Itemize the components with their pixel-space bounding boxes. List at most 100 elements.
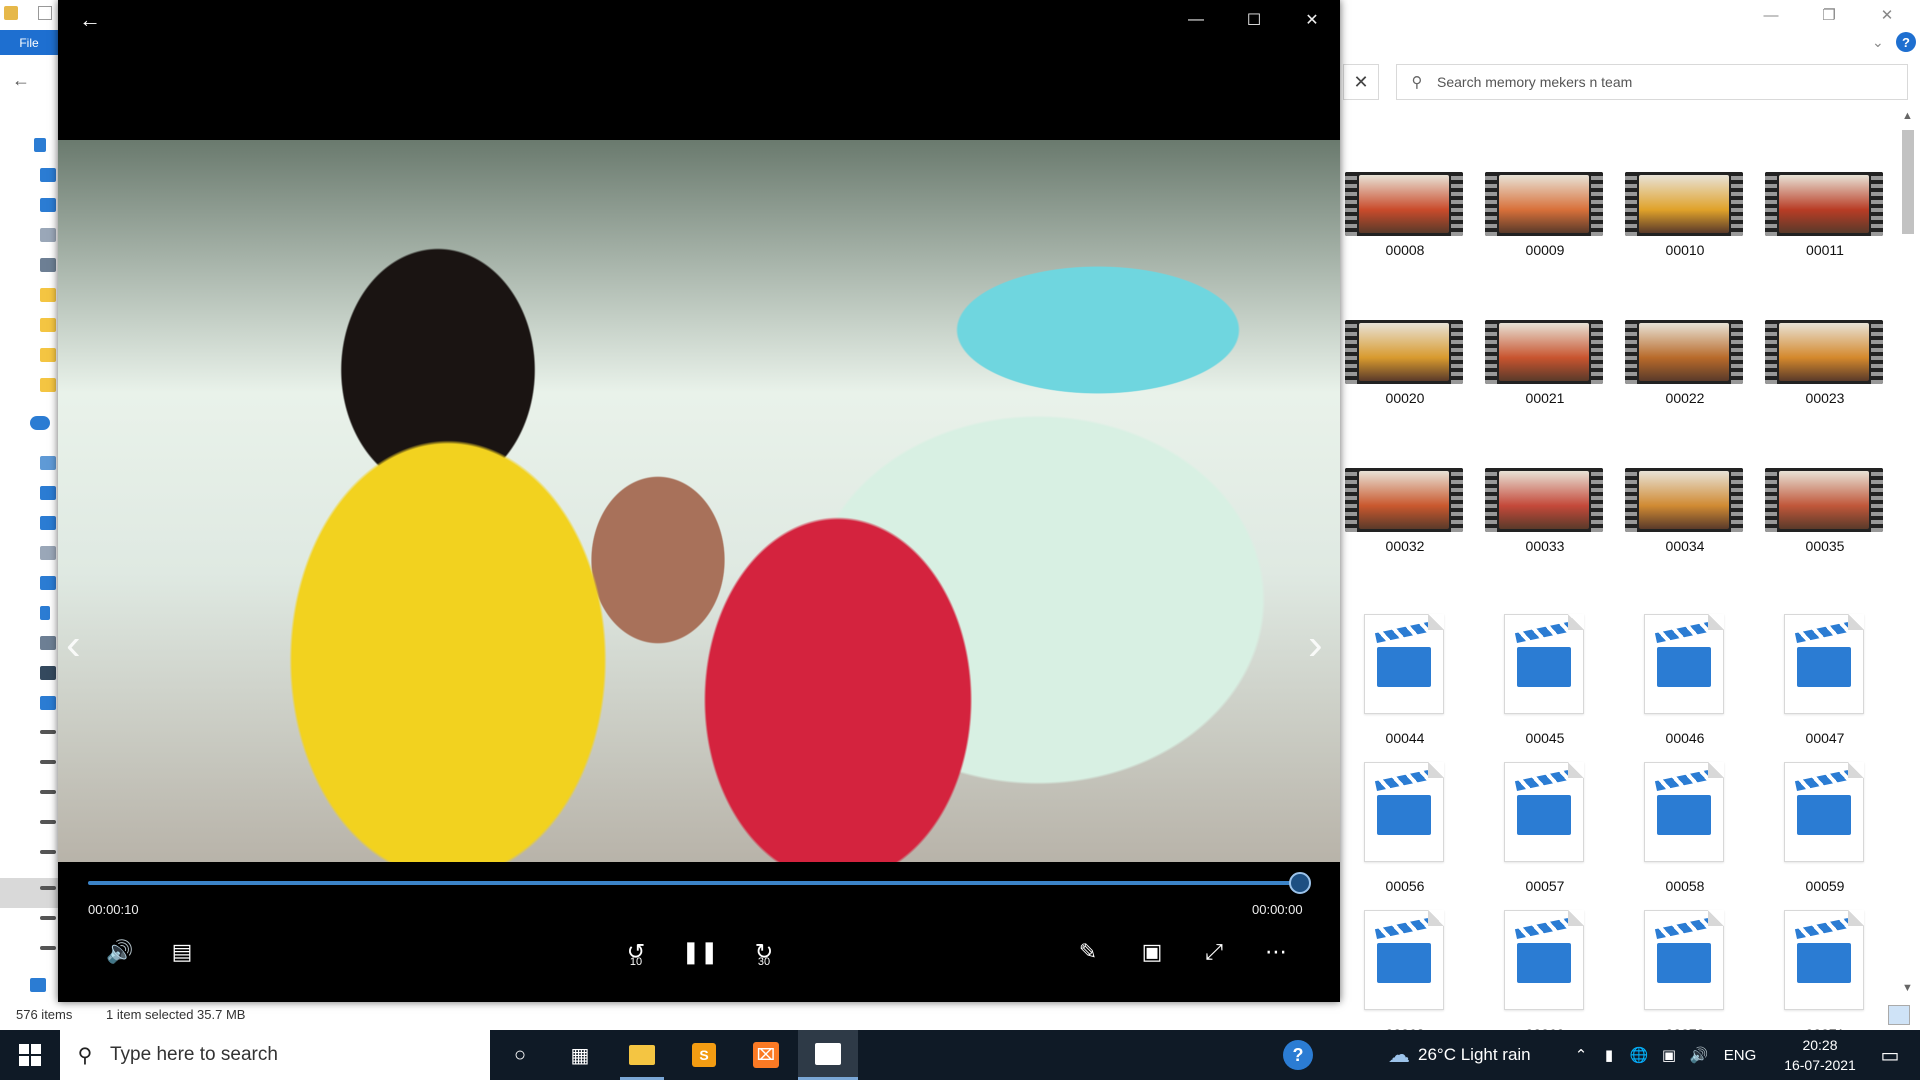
search-input[interactable]: Search memory mekers n team	[1437, 74, 1632, 90]
file-item[interactable]: 00035	[1760, 456, 1883, 596]
pause-icon[interactable]: ❚❚	[678, 934, 722, 970]
back-arrow-icon[interactable]: ←	[12, 70, 30, 91]
drive-icon[interactable]	[40, 730, 56, 734]
minimize-icon[interactable]: —	[1168, 0, 1224, 40]
desktop-icon[interactable]	[40, 168, 56, 182]
get-help-taskbar-button[interactable]: ?	[1268, 1030, 1328, 1080]
this-pc-icon[interactable]	[40, 456, 56, 470]
documents-icon[interactable]	[40, 546, 56, 560]
3d-objects-icon[interactable]	[40, 486, 56, 500]
cortana-icon[interactable]: ○	[490, 1030, 550, 1080]
network-globe-icon[interactable]: 🌐	[1626, 1030, 1652, 1080]
subtitles-icon[interactable]: ▤	[160, 934, 204, 970]
nav-selected-item[interactable]	[0, 878, 58, 908]
minimize-icon[interactable]: —	[1742, 0, 1800, 30]
file-item[interactable]: 00044	[1340, 604, 1460, 746]
pictures-icon[interactable]	[40, 258, 56, 272]
file-item[interactable]: 00046	[1620, 604, 1740, 746]
sublime-text-taskbar-button[interactable]: S	[674, 1030, 734, 1080]
videos-icon[interactable]	[40, 666, 56, 680]
video-frame[interactable]: ‹ ›	[58, 140, 1340, 862]
scroll-thumb[interactable]	[1902, 130, 1914, 234]
properties-icon[interactable]	[38, 6, 52, 20]
drive-icon[interactable]	[40, 790, 56, 794]
maximize-icon[interactable]: ☐	[1226, 0, 1282, 40]
taskbar-search-box[interactable]: ⚲ Type here to search	[60, 1030, 490, 1080]
xampp-taskbar-button[interactable]: ⌧	[736, 1030, 796, 1080]
details-view-icon[interactable]	[1862, 1005, 1884, 1025]
scroll-up-icon[interactable]: ▲	[1902, 110, 1913, 122]
vertical-scrollbar[interactable]: ▲ ▼	[1898, 108, 1918, 998]
file-item[interactable]: 00045	[1480, 604, 1600, 746]
clear-search-button[interactable]: ✕	[1343, 64, 1379, 100]
folder-icon[interactable]	[40, 348, 56, 362]
file-item[interactable]: 00059	[1760, 752, 1880, 894]
chevron-up-icon[interactable]: ⌃	[1570, 1030, 1592, 1080]
file-item[interactable]: 00047	[1760, 604, 1880, 746]
close-icon[interactable]: ✕	[1284, 0, 1340, 40]
skip-back-button[interactable]: ↺ 10	[614, 934, 658, 970]
drive-icon[interactable]	[40, 850, 56, 854]
file-item[interactable]: 00057	[1480, 752, 1600, 894]
file-item[interactable]: 00023	[1760, 308, 1883, 448]
notifications-icon[interactable]: ▭	[1862, 1030, 1918, 1080]
fullscreen-icon[interactable]: ⤢	[1192, 934, 1236, 970]
file-item[interactable]: 00032	[1340, 456, 1463, 596]
large-icons-view-icon[interactable]	[1888, 1005, 1910, 1025]
file-explorer-taskbar-button[interactable]	[612, 1030, 672, 1080]
drive-icon[interactable]	[40, 946, 56, 950]
volume-icon[interactable]: 🔊	[98, 934, 142, 970]
drive-icon[interactable]	[40, 886, 56, 890]
file-item[interactable]: 00020	[1340, 308, 1463, 448]
more-options-icon[interactable]: ⋯	[1254, 934, 1298, 970]
chevron-down-icon[interactable]: ⌄	[1872, 34, 1884, 51]
seek-bar[interactable]	[88, 872, 1311, 894]
drive-icon[interactable]	[40, 696, 56, 710]
file-item[interactable]: 00009	[1480, 160, 1603, 300]
help-icon[interactable]: ?	[1896, 32, 1916, 52]
file-item[interactable]: 00008	[1340, 160, 1463, 300]
seek-handle[interactable]	[1289, 872, 1311, 894]
previous-video-icon[interactable]: ‹	[66, 620, 81, 670]
file-item[interactable]: 00058	[1620, 752, 1740, 894]
onedrive-icon[interactable]	[30, 416, 50, 430]
next-video-icon[interactable]: ›	[1308, 620, 1323, 670]
restore-icon[interactable]: ❐	[1800, 0, 1858, 30]
file-item[interactable]: 00010	[1620, 160, 1743, 300]
movies-tv-taskbar-button[interactable]	[798, 1030, 858, 1080]
file-item[interactable]: 00056	[1340, 752, 1460, 894]
battery-icon[interactable]: ▮	[1596, 1030, 1622, 1080]
weather-widget[interactable]: ☁ 26°C Light rain	[1388, 1030, 1531, 1080]
speaker-icon[interactable]: 🔊	[1686, 1030, 1712, 1080]
scroll-down-icon[interactable]: ▼	[1902, 982, 1913, 994]
back-arrow-icon[interactable]: ←	[70, 6, 110, 34]
music-icon[interactable]	[40, 606, 50, 620]
desktop-icon[interactable]	[40, 516, 56, 530]
skip-forward-button[interactable]: ↻ 30	[742, 934, 786, 970]
drive-icon[interactable]	[40, 916, 56, 920]
file-item[interactable]: 00021	[1480, 308, 1603, 448]
language-indicator[interactable]: ENG	[1718, 1030, 1762, 1080]
file-item[interactable]: 00033	[1480, 456, 1603, 596]
downloads-icon[interactable]	[40, 198, 56, 212]
start-button[interactable]	[0, 1030, 60, 1080]
quick-access-star-icon[interactable]	[34, 138, 46, 152]
folder-icon[interactable]	[40, 378, 56, 392]
file-item[interactable]: 00011	[1760, 160, 1883, 300]
documents-icon[interactable]	[40, 228, 56, 242]
close-icon[interactable]: ✕	[1858, 0, 1916, 30]
search-box[interactable]: ⚲ Search memory mekers n team	[1396, 64, 1908, 100]
taskbar-search-input[interactable]: Type here to search	[110, 1044, 278, 1066]
file-item[interactable]: 00034	[1620, 456, 1743, 596]
folder-icon[interactable]	[40, 318, 56, 332]
drive-icon[interactable]	[40, 820, 56, 824]
pictures-icon[interactable]	[40, 636, 56, 650]
network-icon[interactable]	[30, 978, 46, 992]
mini-view-icon[interactable]: ▣	[1130, 934, 1174, 970]
task-view-icon[interactable]: ▦	[550, 1030, 610, 1080]
edit-pencil-icon[interactable]: ✎	[1066, 934, 1110, 970]
downloads-icon[interactable]	[40, 576, 56, 590]
file-item[interactable]: 00022	[1620, 308, 1743, 448]
app-tray-icon[interactable]: ▣	[1656, 1030, 1682, 1080]
drive-icon[interactable]	[40, 760, 56, 764]
